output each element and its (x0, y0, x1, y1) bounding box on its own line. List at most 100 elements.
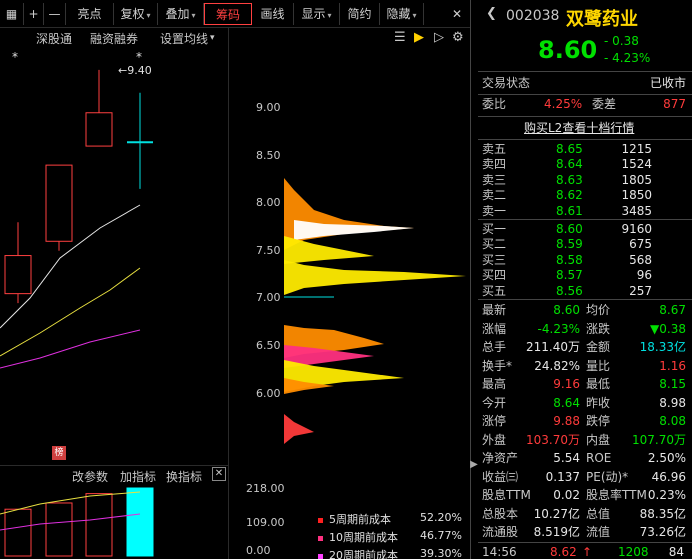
orderbook-row[interactable]: 卖五 8.65 1215 (478, 142, 692, 157)
orderbook-row[interactable]: 卖一 8.61 3485 (478, 204, 692, 219)
candle-body (45, 164, 73, 242)
chip-band (284, 178, 414, 250)
orderbook-row[interactable]: 买三 8.58 568 (478, 253, 692, 268)
toolbar: ▦ + — ✕ 亮点 复权 ▾ 叠加 ▾ 筹码 画线 显示 ▾ 简约 隐藏 ▾ (0, 0, 470, 28)
orderbook-row[interactable]: 买五 8.56 257 (478, 284, 692, 299)
stat-value: 8.98 (659, 395, 686, 410)
orderbook-price: 8.64 (556, 157, 583, 172)
legend-swatch (318, 553, 323, 559)
tab-edit-params[interactable]: 改参数 (72, 468, 108, 485)
stats-row: 最新 8.60 均价 8.67 (478, 302, 692, 319)
stock-name: 双鹭药业 (566, 9, 638, 30)
flag-outline-icon[interactable]: ▷ (434, 30, 444, 45)
collapse-panel-icon[interactable]: ▶ (470, 455, 478, 475)
candle[interactable] (127, 92, 153, 189)
candle[interactable] (4, 222, 32, 304)
chevron-down-icon: ▾ (191, 11, 196, 20)
orderbook-level: 买三 (482, 252, 507, 267)
stat-value: 9.16 (553, 377, 580, 391)
orderbook-row[interactable]: 卖二 8.62 1850 (478, 188, 692, 203)
price-axis-label: 6.50 (256, 339, 281, 352)
price-change-pct: - 4.23% (604, 51, 651, 65)
stat-value: 9.88 (553, 414, 580, 428)
stat-label: 均价 (586, 303, 611, 317)
candle[interactable] (85, 69, 113, 147)
toolbar-item[interactable]: 筹码 (204, 3, 252, 25)
toolbar-item-label: 简约 (347, 7, 372, 21)
volume-chart (0, 487, 154, 557)
stat-value: 8.08 (659, 414, 686, 428)
grid-icon[interactable]: ▦ (0, 3, 24, 25)
toolbar-item[interactable]: 叠加 ▾ (158, 3, 204, 25)
stat-value: 5.54 (553, 451, 580, 465)
stats-row: 净资产 5.54 ROE 2.50% (478, 450, 692, 467)
orderbook-row[interactable]: 买二 8.59 675 (478, 237, 692, 252)
stat-label: 涨幅 (482, 321, 507, 336)
toolbar-item-label: 隐藏 (386, 7, 411, 21)
orderbook-level: 卖二 (482, 188, 507, 203)
price-axis-label: 8.50 (256, 148, 281, 162)
orderbook-level: 买二 (482, 237, 507, 252)
toolbar-item[interactable]: 简约 (340, 3, 380, 25)
legend-pct: 39.30% (420, 547, 462, 559)
zoom-in-button[interactable]: + (24, 3, 44, 25)
stats-row: 股息TTM 0.02 股息率TTM 0.23% (478, 487, 692, 504)
collapse-arrow-icon[interactable]: ❮ (486, 6, 497, 21)
orderbook-row[interactable]: 卖三 8.63 1805 (478, 173, 692, 188)
flag-icon[interactable]: ▶ (414, 30, 424, 45)
stat-value: 8.60 (553, 303, 580, 317)
close-icon[interactable]: ✕ (212, 467, 226, 481)
settings-icon[interactable]: ⚙ (452, 30, 464, 45)
kline-chart[interactable] (0, 28, 228, 465)
stats-row: 最高 9.16 最低 8.15 (478, 376, 692, 393)
list-icon[interactable]: ☰ (394, 30, 406, 45)
stat-value: 0.02 (553, 488, 580, 502)
close-icon[interactable]: ✕ (446, 3, 468, 25)
weicha-label: 委差 (592, 97, 617, 111)
toolbar-item-label: 亮点 (77, 7, 102, 21)
candle[interactable] (45, 164, 73, 251)
orderbook-row[interactable]: 卖四 8.64 1524 (478, 157, 692, 172)
orderbook-level: 买一 (482, 222, 507, 236)
stats-row: 今开 8.64 昨收 8.98 (478, 395, 692, 412)
stat-label: 量比 (586, 358, 611, 373)
rank-badge[interactable]: 榜 (52, 446, 66, 460)
tab-switch-indicator[interactable]: 换指标 (166, 468, 202, 485)
stat-value: 107.70万 (632, 432, 686, 447)
toolbar-item[interactable]: 复权 ▾ (114, 3, 158, 25)
orderbook-level: 卖一 (482, 203, 507, 218)
orderbook-price: 8.65 (556, 142, 583, 156)
zoom-out-button[interactable]: — (44, 3, 66, 25)
star-marker: * (12, 50, 18, 64)
tick-time: 14:56 (482, 545, 517, 559)
toolbar-item[interactable]: 亮点 (66, 3, 114, 25)
legend-label: 5周期前成本 (329, 513, 391, 526)
stat-label: 总值 (586, 506, 611, 521)
toolbar-item[interactable]: 显示 ▾ (294, 3, 340, 25)
stat-label: 股息TTM (482, 488, 531, 502)
volume-axis-label: 0.00 (246, 544, 271, 557)
price-change: - 0.38 (604, 34, 639, 48)
stat-value: 8.15 (659, 377, 686, 391)
l2-upgrade-link[interactable]: 购买L2查看十档行情 (524, 119, 634, 136)
stat-value: 2.50% (647, 451, 686, 465)
orderbook-volume: 9160 (621, 222, 652, 236)
orderbook-row[interactable]: 买一 8.60 9160 (478, 222, 692, 237)
toolbar-item[interactable]: 画线 (252, 3, 294, 25)
orderbook-price: 8.61 (556, 203, 583, 218)
stat-value: 8.64 (553, 395, 580, 410)
stat-value: 8.67 (659, 303, 686, 317)
orderbook-row[interactable]: 买四 8.57 96 (478, 268, 692, 283)
orderbook-price: 8.57 (556, 268, 583, 283)
ma20-line (0, 329, 141, 369)
price-axis-label: 7.00 (256, 291, 281, 305)
stat-value: 18.33亿 (639, 340, 686, 354)
price-axis-label: 7.50 (256, 243, 281, 257)
stat-label: 总手 (482, 340, 507, 354)
tab-add-indicator[interactable]: 加指标 (120, 468, 156, 485)
stat-value: 8.519亿 (533, 525, 580, 539)
toolbar-item[interactable]: 隐藏 ▾ (380, 3, 424, 25)
candle-body (85, 112, 113, 147)
price-axis-label: 8.00 (256, 196, 281, 210)
stat-label: 总股本 (482, 506, 519, 521)
